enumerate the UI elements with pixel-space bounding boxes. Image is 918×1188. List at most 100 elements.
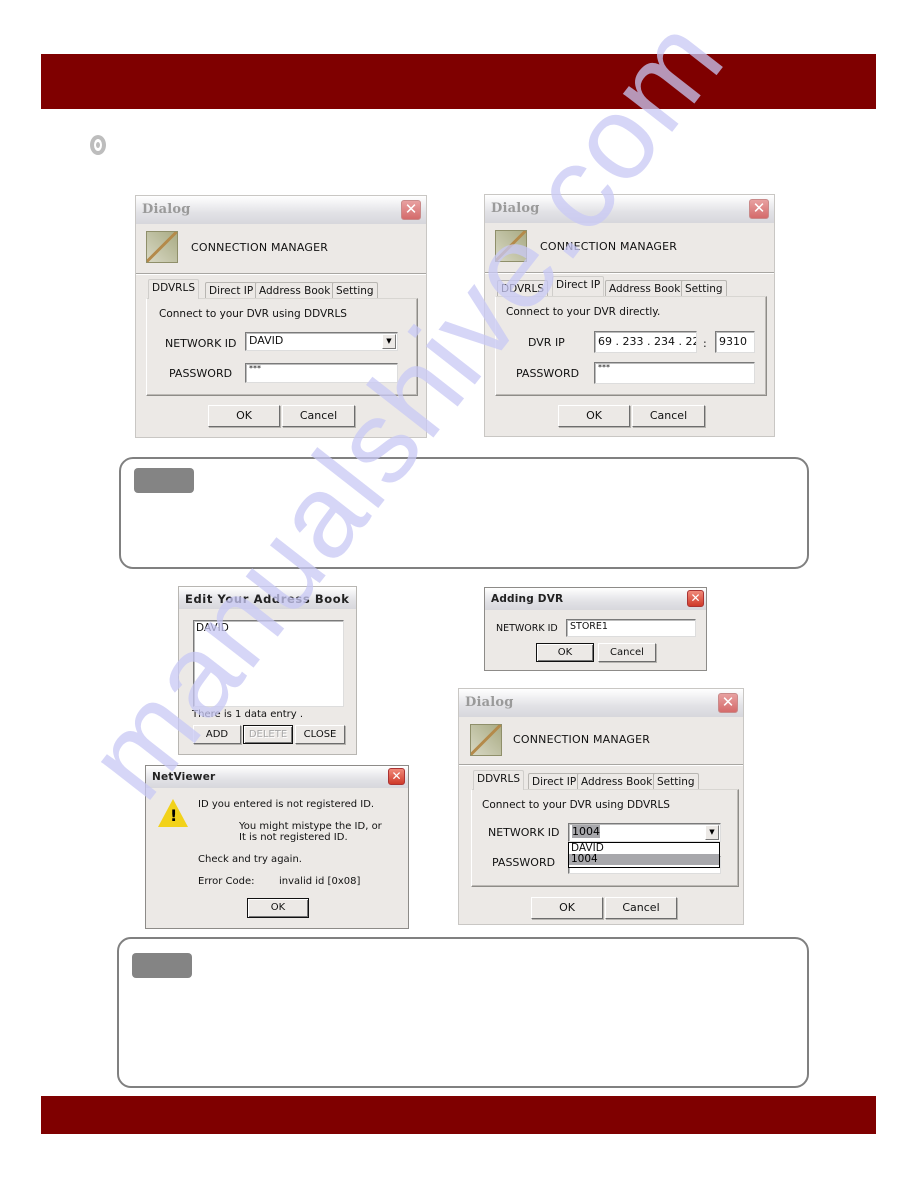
ok-button[interactable]: OK bbox=[558, 405, 630, 427]
tab-panel: Connect to your DVR using DDVRLS NETWORK… bbox=[146, 298, 418, 396]
tab-address-book[interactable]: Address Book bbox=[577, 773, 657, 790]
address-book-list[interactable]: DAVID bbox=[193, 620, 344, 707]
dialog-heading: CONNECTION MANAGER bbox=[540, 240, 678, 253]
ok-button[interactable]: OK bbox=[531, 897, 603, 919]
title-bar: Dialog ✕ bbox=[136, 196, 426, 224]
tab-setting[interactable]: Setting bbox=[332, 282, 378, 299]
dvr-ip-input[interactable]: 69 . 233 . 234 . 228 bbox=[594, 331, 697, 353]
note-box bbox=[117, 937, 809, 1088]
cancel-button[interactable]: Cancel bbox=[598, 643, 656, 662]
connection-manager-dialog-ddvrls: Dialog ✕ CONNECTION MANAGER DDVRLS Direc… bbox=[135, 195, 427, 438]
tab-panel: Connect to your DVR using DDVRLS NETWORK… bbox=[471, 789, 739, 887]
chevron-down-icon[interactable]: ▼ bbox=[705, 825, 719, 840]
chevron-down-icon[interactable]: ▼ bbox=[382, 334, 396, 349]
connection-manager-app-icon bbox=[470, 724, 502, 756]
title-bar: NetViewer ✕ bbox=[146, 766, 408, 788]
password-label: PASSWORD bbox=[169, 367, 233, 380]
dialog-heading: CONNECTION MANAGER bbox=[513, 733, 651, 746]
close-button[interactable]: CLOSE bbox=[295, 725, 345, 744]
note-label-tag bbox=[132, 953, 192, 978]
error-code-label: Error Code: bbox=[198, 876, 255, 887]
divider bbox=[136, 273, 426, 275]
network-id-combobox[interactable]: DAVID ▼ bbox=[245, 332, 398, 351]
password-label: PASSWORD bbox=[516, 367, 580, 380]
tab-direct-ip[interactable]: Direct IP bbox=[205, 282, 258, 299]
error-message-line1: ID you entered is not registered ID. bbox=[198, 799, 375, 810]
password-input[interactable]: *** bbox=[245, 363, 398, 383]
network-id-label: NETWORK ID bbox=[496, 623, 558, 634]
delete-button[interactable]: DELETE bbox=[243, 725, 293, 744]
title-bar: Edit Your Address Book bbox=[179, 587, 356, 609]
dialog-title: Edit Your Address Book bbox=[185, 592, 350, 606]
note-label-tag bbox=[134, 468, 194, 493]
port-separator: : bbox=[703, 337, 707, 350]
dvr-ip-label: DVR IP bbox=[528, 336, 565, 349]
error-message-line4: Check and try again. bbox=[198, 854, 302, 865]
close-icon[interactable]: ✕ bbox=[749, 199, 769, 219]
description-text: Connect to your DVR using DDVRLS bbox=[159, 308, 347, 320]
error-message-line3: It is not registered ID. bbox=[239, 832, 348, 843]
description-text: Connect to your DVR using DDVRLS bbox=[482, 799, 670, 811]
entry-count-text: There is 1 data entry . bbox=[192, 709, 304, 720]
tab-direct-ip[interactable]: Direct IP bbox=[552, 276, 605, 296]
add-button[interactable]: ADD bbox=[193, 725, 241, 744]
network-id-value: DAVID bbox=[249, 334, 284, 347]
tab-panel: Connect to your DVR directly. DVR IP 69 … bbox=[495, 296, 767, 396]
tab-setting[interactable]: Setting bbox=[681, 280, 727, 297]
warning-icon-mark: ! bbox=[170, 806, 178, 825]
dialog-title: Dialog bbox=[465, 695, 514, 710]
netviewer-error-dialog: NetViewer ✕ ! ID you entered is not regi… bbox=[145, 765, 409, 929]
dropdown-option-1004[interactable]: 1004 bbox=[569, 854, 719, 865]
error-code-value: invalid id [0x08] bbox=[279, 876, 361, 887]
cancel-button[interactable]: Cancel bbox=[282, 405, 355, 427]
network-id-input[interactable]: STORE1 bbox=[566, 619, 696, 637]
list-item[interactable]: DAVID bbox=[196, 622, 341, 634]
close-icon[interactable]: ✕ bbox=[401, 200, 421, 220]
tab-ddvrls[interactable]: DDVRLS bbox=[497, 280, 548, 297]
dialog-title: Adding DVR bbox=[491, 593, 564, 605]
divider bbox=[459, 764, 743, 766]
adding-dvr-dialog: Adding DVR ✕ NETWORK ID STORE1 OK Cancel bbox=[484, 587, 707, 671]
tab-direct-ip[interactable]: Direct IP bbox=[528, 773, 581, 790]
close-icon[interactable]: ✕ bbox=[687, 590, 704, 607]
tab-setting[interactable]: Setting bbox=[653, 773, 699, 790]
close-icon[interactable]: ✕ bbox=[718, 693, 738, 713]
network-id-value: 1004 bbox=[572, 825, 600, 838]
connection-manager-dialog-direct-ip: Dialog ✕ CONNECTION MANAGER DDVRLS Direc… bbox=[484, 194, 775, 437]
connection-manager-dialog-dropdown: Dialog ✕ CONNECTION MANAGER DDVRLS Direc… bbox=[458, 688, 744, 925]
connection-manager-app-icon bbox=[146, 231, 178, 263]
tab-address-book[interactable]: Address Book bbox=[605, 280, 685, 297]
error-message-line2: You might mistype the ID, or bbox=[239, 821, 382, 832]
password-input[interactable]: *** bbox=[594, 362, 755, 384]
tab-address-book[interactable]: Address Book bbox=[255, 282, 335, 299]
edit-address-book-dialog: Edit Your Address Book DAVID There is 1 … bbox=[178, 586, 357, 755]
ok-button[interactable]: OK bbox=[536, 643, 594, 662]
network-id-dropdown-list[interactable]: DAVID 1004 bbox=[568, 842, 720, 868]
divider bbox=[485, 272, 774, 274]
ok-button[interactable]: OK bbox=[208, 405, 280, 427]
tab-ddvrls[interactable]: DDVRLS bbox=[148, 279, 199, 299]
note-box bbox=[119, 457, 809, 569]
network-id-label: NETWORK ID bbox=[488, 826, 560, 839]
tab-ddvrls[interactable]: DDVRLS bbox=[473, 770, 524, 790]
ok-button[interactable]: OK bbox=[247, 898, 309, 918]
dialog-title: Dialog bbox=[142, 202, 191, 217]
title-bar: Dialog ✕ bbox=[459, 689, 743, 717]
port-input[interactable]: 9310 bbox=[715, 331, 755, 353]
header-band bbox=[41, 54, 876, 109]
cancel-button[interactable]: Cancel bbox=[632, 405, 705, 427]
target-circle-icon bbox=[90, 135, 106, 155]
cancel-button[interactable]: Cancel bbox=[605, 897, 677, 919]
dialog-title: NetViewer bbox=[152, 771, 216, 783]
close-icon[interactable]: ✕ bbox=[388, 768, 405, 785]
password-label: PASSWORD bbox=[492, 856, 556, 869]
network-id-label: NETWORK ID bbox=[165, 337, 237, 350]
description-text: Connect to your DVR directly. bbox=[506, 306, 661, 318]
dialog-heading: CONNECTION MANAGER bbox=[191, 241, 329, 254]
footer-band bbox=[41, 1096, 876, 1134]
network-id-combobox[interactable]: 1004 ▼ bbox=[568, 823, 721, 842]
title-bar: Adding DVR ✕ bbox=[485, 588, 706, 610]
title-bar: Dialog ✕ bbox=[485, 195, 774, 223]
connection-manager-app-icon bbox=[495, 230, 527, 262]
dialog-title: Dialog bbox=[491, 201, 540, 216]
